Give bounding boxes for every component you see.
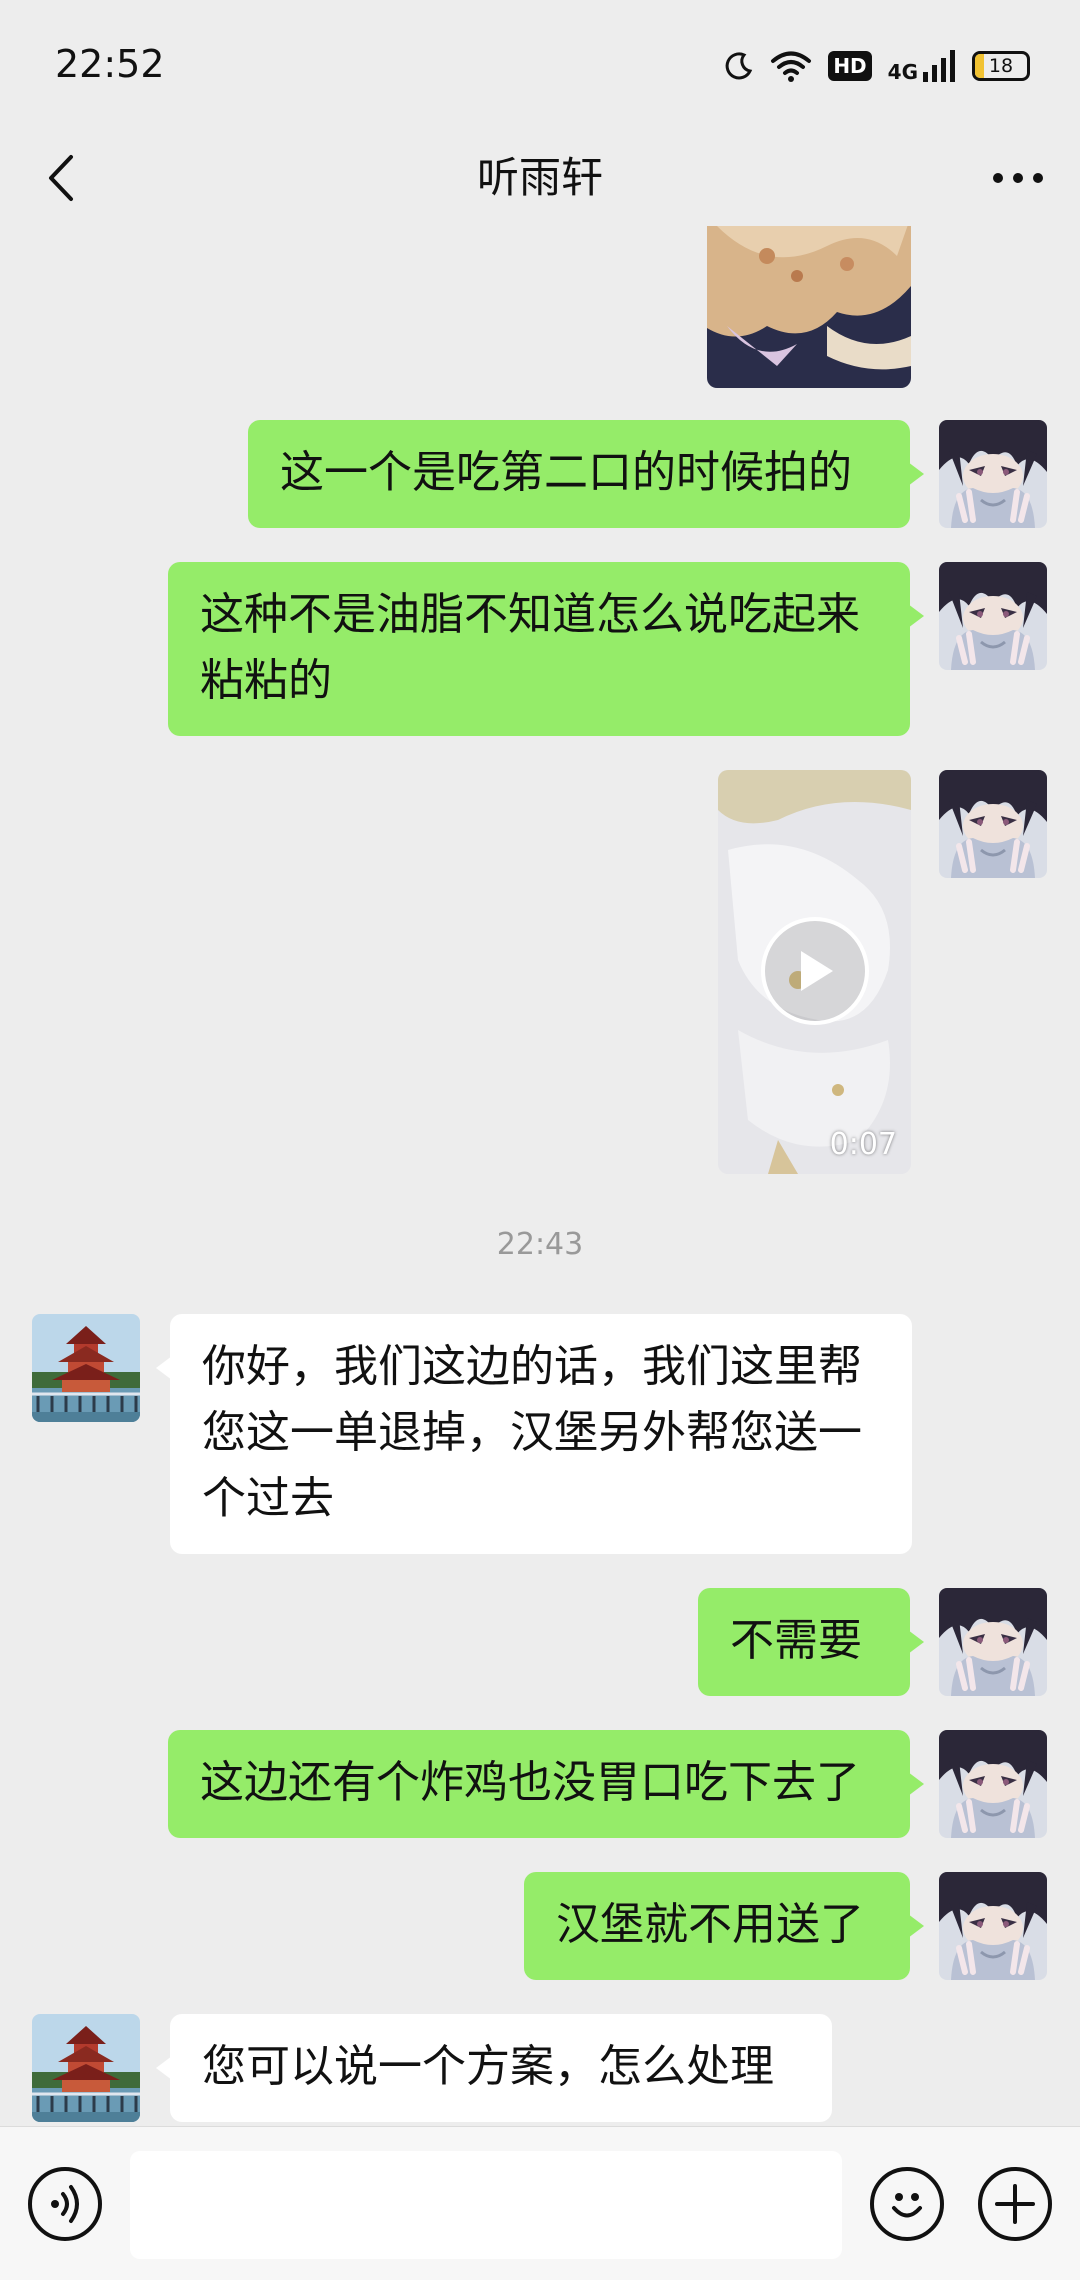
merchant-avatar[interactable] [32, 2014, 140, 2122]
hd-badge: HD [828, 51, 872, 81]
message-bubble[interactable]: 这边还有个炸鸡也没胃口吃下去了 [168, 1730, 924, 1838]
message-bubble[interactable]: 您可以说一个方案，怎么处理 [156, 2014, 832, 2122]
message-bubble[interactable]: 不需要 [698, 1588, 924, 1696]
battery-fill [975, 54, 985, 78]
message-bubble[interactable]: 汉堡就不用送了 [524, 1872, 924, 1980]
nav-bar: 听雨轩 [0, 130, 1080, 226]
my-avatar[interactable] [939, 770, 1047, 878]
battery-level: 18 [988, 55, 1014, 77]
message-text: 不需要 [730, 1615, 862, 1666]
voice-button[interactable] [28, 2167, 102, 2241]
signal-bars-icon [923, 50, 955, 82]
status-bar: 22:52 HD 4G 18 [0, 0, 1080, 130]
play-button[interactable] [761, 917, 869, 1025]
message-text: 汉堡就不用送了 [556, 1899, 864, 1950]
chat-area[interactable]: 这一个是吃第二口的时候拍的 这种不是油脂不知道怎么说吃起来粘粘的 0:07 22… [0, 226, 1080, 2126]
status-icons: HD 4G 18 [724, 46, 1030, 86]
avatar-image [32, 1314, 140, 1422]
message-bubble[interactable]: 你好，我们这边的话，我们这里帮您这一单退掉，汉堡另外帮您送一个过去 [156, 1314, 912, 1554]
moon-icon [725, 52, 753, 80]
message-text: 这种不是油脂不知道怎么说吃起来粘粘的 [200, 589, 860, 706]
my-avatar[interactable] [939, 1730, 1047, 1838]
message-text: 你好，我们这边的话，我们这里帮您这一单退掉，汉堡另外帮您送一个过去 [202, 1341, 862, 1524]
plus-button[interactable] [978, 2167, 1052, 2241]
cellular-signal: 4G [888, 50, 956, 82]
my-avatar[interactable] [939, 1872, 1047, 1980]
emoji-icon [892, 2193, 922, 2218]
input-bar [0, 2126, 1080, 2280]
message-text: 您可以说一个方案，怎么处理 [202, 2041, 774, 2092]
battery-icon: 18 [972, 51, 1030, 81]
message-text: 这边还有个炸鸡也没胃口吃下去了 [200, 1757, 860, 1808]
status-time: 22:52 [55, 42, 165, 86]
message-bubble[interactable]: 这一个是吃第二口的时候拍的 [248, 420, 924, 528]
more-dots-icon [993, 173, 1043, 183]
avatar-image [939, 1872, 1047, 1980]
avatar-image [939, 1588, 1047, 1696]
play-icon [801, 951, 833, 991]
video-duration: 0:07 [829, 1127, 897, 1162]
merchant-avatar[interactable] [32, 1314, 140, 1422]
message-timestamp: 22:43 [496, 1227, 584, 1262]
emoji-button[interactable] [870, 2167, 944, 2241]
more-button[interactable] [986, 148, 1050, 208]
my-avatar[interactable] [939, 1588, 1047, 1696]
message-bubble[interactable]: 这种不是油脂不知道怎么说吃起来粘粘的 [168, 562, 924, 736]
avatar-image [939, 562, 1047, 670]
avatar-image [939, 420, 1047, 528]
video-message[interactable]: 0:07 [718, 770, 911, 1174]
food-photo [707, 226, 911, 388]
chat-title: 听雨轩 [476, 153, 603, 202]
image-message[interactable] [707, 226, 911, 388]
avatar-image [939, 770, 1047, 878]
wifi-icon [771, 51, 812, 82]
avatar-image [939, 1730, 1047, 1838]
message-text: 这一个是吃第二口的时候拍的 [280, 447, 852, 498]
plus-icon [995, 2184, 1035, 2224]
voice-icon [51, 2185, 79, 2223]
my-avatar[interactable] [939, 420, 1047, 528]
message-input[interactable] [130, 2151, 842, 2259]
my-avatar[interactable] [939, 562, 1047, 670]
avatar-image [32, 2014, 140, 2122]
network-type: 4G [887, 60, 918, 84]
